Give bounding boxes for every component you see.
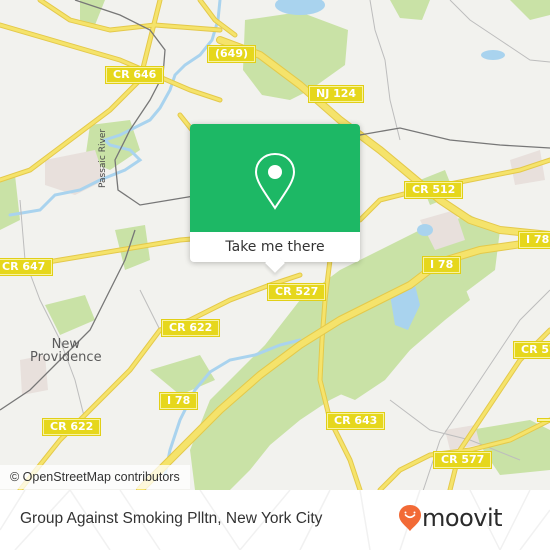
map-attribution[interactable]: © OpenStreetMap contributors [0, 465, 190, 489]
moovit-logo[interactable]: moovit [398, 502, 538, 538]
moovit-wordmark: moovit [422, 504, 503, 532]
road-label-cr646: CR 646 [104, 66, 165, 84]
place-title: Group Against Smoking Plltn, New York Ci… [20, 510, 323, 527]
moovit-smiley-pin-icon [399, 505, 421, 531]
take-me-there-button[interactable]: Take me there [190, 232, 360, 262]
water-label-passaic-river: Passaic River [98, 128, 108, 188]
location-popup: Take me there [190, 124, 360, 273]
road-label-cr527: CR 527 [266, 283, 327, 301]
road-label-cr647: CR 647 [0, 258, 54, 276]
footer-bar: Group Against Smoking Plltn, New York Ci… [0, 490, 550, 550]
road-label-cr57x: CR 57 [513, 341, 550, 359]
road-label-cr512: CR 512 [403, 181, 464, 199]
road-label-cr-edge [537, 418, 550, 422]
place-label-line2: Providence [30, 350, 102, 365]
road-label-nj124: NJ 124 [307, 85, 365, 103]
road-label-i78-mid: I 78 [421, 256, 462, 274]
road-label-cr577: CR 577 [432, 451, 493, 469]
road-label-i78-west: I 78 [158, 392, 199, 410]
map-pin-icon [254, 152, 296, 210]
popup-header [190, 124, 360, 232]
map-view[interactable]: CR 646 (649) NJ 124 CR 512 CR 647 I 78 I… [0, 0, 550, 490]
road-label-cr622-south: CR 622 [41, 418, 102, 436]
place-label-new-providence: New Providence [30, 338, 102, 364]
road-label-cr622-north: CR 622 [160, 319, 221, 337]
road-label-i78-east: I 78 [517, 231, 550, 249]
road-label-cr643: CR 643 [325, 412, 386, 430]
road-label-649: (649) [206, 45, 257, 63]
